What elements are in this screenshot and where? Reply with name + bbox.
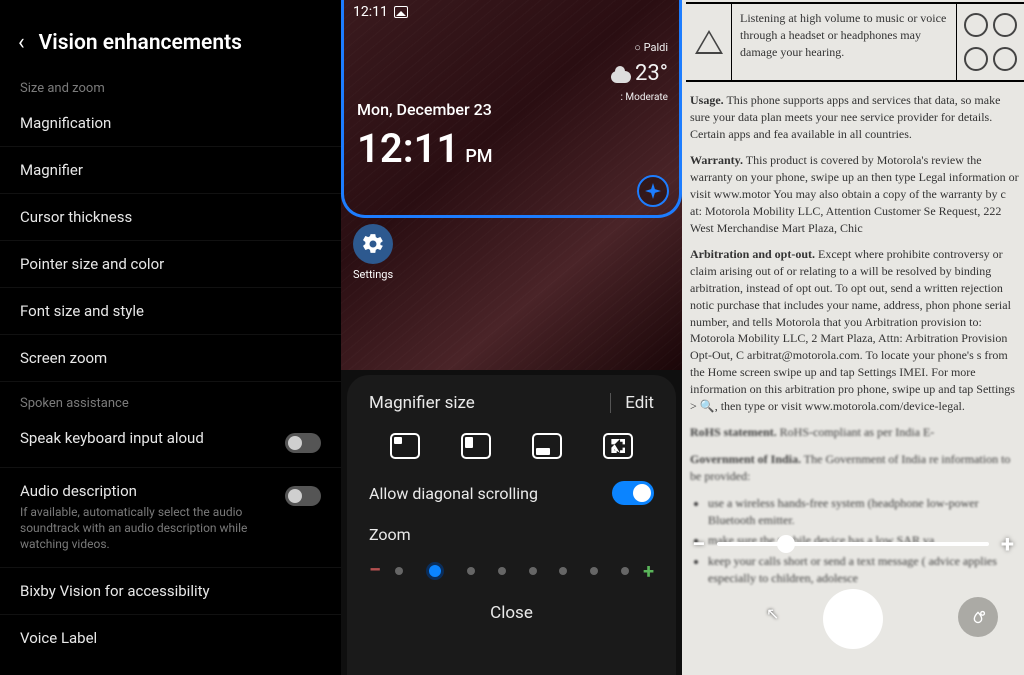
label: Pointer size and color [20,255,164,273]
magnifier-sheet: Magnifier size Edit Allow diagonal scrol… [347,375,676,675]
status-time: 12:11 [353,4,388,20]
slider-track[interactable] [395,562,629,580]
close-button[interactable]: Close [369,599,654,623]
droplets-icon [967,606,989,628]
item-audio-description[interactable]: Audio description If available, automati… [0,468,341,568]
toggle-label: Allow diagonal scrolling [369,484,538,503]
cursor-icon: ↖ [766,604,779,623]
cert-icon [964,47,988,71]
status-bar: 12:11 [353,4,670,20]
warranty-paragraph: Warranty. This product is covered by Mot… [690,152,1020,236]
item-pointer-size[interactable]: Pointer size and color [0,241,341,288]
slider-thumb[interactable] [426,562,444,580]
eco-icon [993,13,1017,37]
magnified-document-panel: Listening at high volume to music or voi… [682,0,1024,675]
item-font-size[interactable]: Font size and style [0,288,341,335]
zoom-label: Zoom [369,525,654,544]
weather-temp: 23° [635,61,668,86]
india-paragraph: Government of India. The Government of I… [690,451,1020,485]
usage-paragraph: Usage. This phone supports apps and serv… [690,92,1020,142]
size-options [369,433,654,459]
document-header-box: Listening at high volume to music or voi… [686,2,1024,82]
capture-button[interactable] [823,589,883,649]
sheet-header: Magnifier size Edit [369,393,654,413]
clock-widget[interactable]: Mon, December 23 12:11 PM [357,100,493,172]
date: Mon, December 23 [357,100,493,119]
label: Voice Label [20,629,97,647]
weather-condition: Moderate [625,92,668,103]
settings-panel: ‹ Vision enhancements Size and zoom Magn… [0,0,341,675]
label: Audio description [20,482,137,500]
toggle-off-icon[interactable] [285,486,321,506]
list-item: use a wireless hands-free system (headph… [708,495,1020,529]
label: Cursor thickness [20,208,132,226]
label: Bixby Vision for accessibility [20,582,210,600]
label: Speak keyboard input aloud [20,429,285,447]
document-content: Listening at high volume to music or voi… [682,0,1024,587]
plus-icon[interactable]: + [643,559,654,583]
zoom-slider[interactable]: − + [369,558,654,583]
item-voice-label[interactable]: Voice Label [0,615,341,661]
rohs-paragraph: RoHS statement. RoHS-compliant as per In… [690,424,1020,441]
size-fullscreen-icon[interactable] [603,433,633,459]
section-size-zoom: Size and zoom [0,75,341,100]
list-item: keep your calls short or send a text mes… [708,553,1020,587]
sheet-title: Magnifier size [369,393,475,413]
homescreen-panel: 12:11 ○ Paldi 23° : Moderate Mon, Decemb… [341,0,682,675]
recycling-icons [956,4,1024,80]
recycle2-icon [993,47,1017,71]
weather-widget[interactable]: ○ Paldi 23° : Moderate [611,40,668,105]
item-speak-keyboard[interactable]: Speak keyboard input aloud [0,415,341,468]
slider-thumb[interactable] [777,535,795,553]
item-cursor-thickness[interactable]: Cursor thickness [0,194,341,241]
app-label: Settings [353,268,393,281]
warning-triangle-icon [686,4,732,80]
time: 12:11 [357,125,459,172]
toggle-off-icon[interactable] [285,433,321,453]
cloud-icon [611,71,631,83]
page-title: Vision enhancements [39,31,242,55]
back-icon[interactable]: ‹ [18,30,25,55]
gear-icon [353,224,393,264]
settings-app-icon[interactable]: Settings [353,224,393,281]
label: Screen zoom [20,349,107,367]
settings-header: ‹ Vision enhancements [0,8,341,75]
size-small-icon[interactable] [390,433,420,459]
edit-button[interactable]: Edit [610,393,654,413]
ampm: PM [465,146,492,167]
label-block: Audio description If available, automati… [20,482,285,553]
item-screen-zoom[interactable]: Screen zoom [0,335,341,382]
plus-icon[interactable]: + [1001,530,1014,558]
sublabel: If available, automatically select the a… [20,504,285,553]
slider-track[interactable] [717,542,989,546]
toggle-on-icon[interactable] [612,481,654,505]
magnifier-zoom-slider[interactable]: − + [692,530,1014,558]
item-bixby-vision[interactable]: Bixby Vision for accessibility [0,568,341,615]
weather-location: Paldi [644,41,668,54]
diagonal-scroll-row: Allow diagonal scrolling [369,481,654,505]
arbitration-paragraph: Arbitration and opt-out. Except where pr… [690,246,1020,414]
label: Magnification [20,114,111,132]
size-medium-icon[interactable] [461,433,491,459]
recycle-icon [964,13,988,37]
color-filter-button[interactable] [958,597,998,637]
item-magnification[interactable]: Magnification [0,100,341,147]
move-handle-icon[interactable] [637,175,669,207]
picture-icon [394,6,408,18]
homescreen-wallpaper: 12:11 ○ Paldi 23° : Moderate Mon, Decemb… [341,0,682,370]
warning-text: Listening at high volume to music or voi… [732,4,956,80]
minus-icon[interactable]: − [369,558,381,583]
size-large-icon[interactable] [532,433,562,459]
label: Magnifier [20,161,83,179]
label: Font size and style [20,302,144,320]
item-magnifier[interactable]: Magnifier [0,147,341,194]
section-spoken-assist: Spoken assistance [0,390,341,415]
minus-icon[interactable]: − [692,530,705,558]
